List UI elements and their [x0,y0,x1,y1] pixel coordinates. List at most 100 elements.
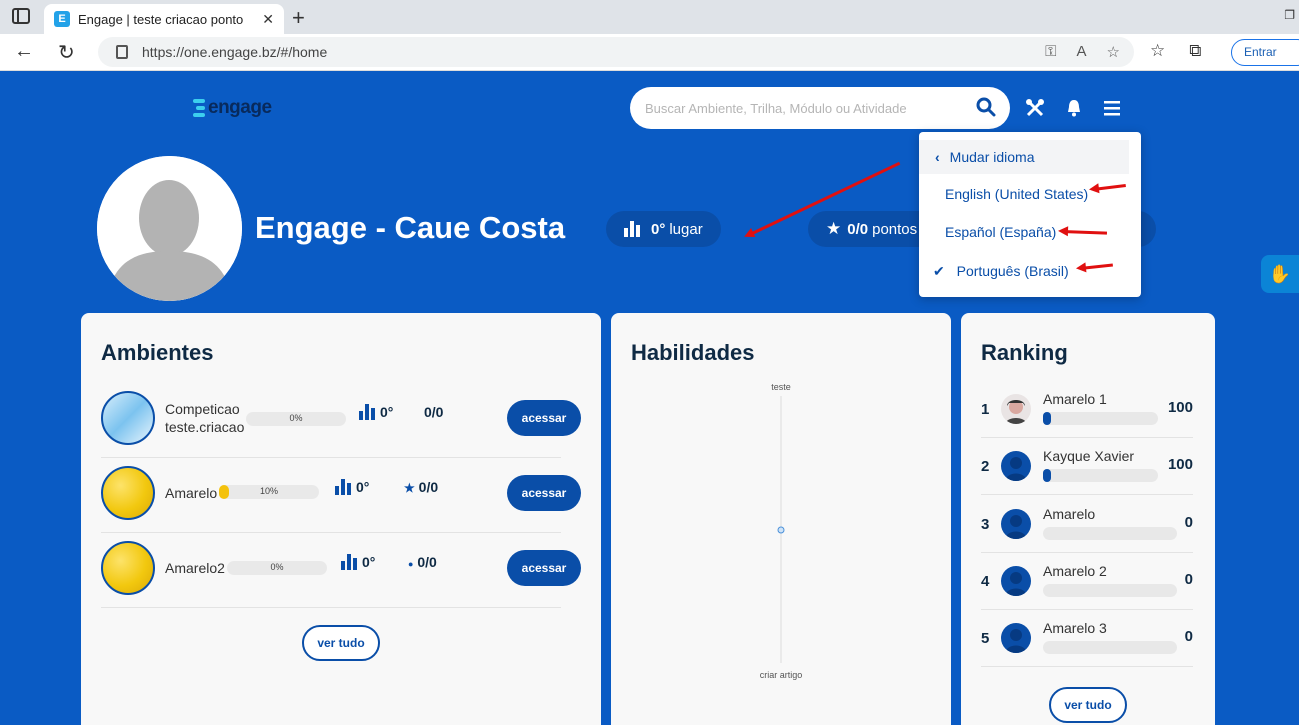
ranking-progress-bar [1043,641,1177,654]
ambiente-name: Amarelo [165,485,218,501]
ranking-avatar [1001,451,1031,481]
ambiente-rank: 0° [335,479,369,495]
menu-hamburger-icon[interactable] [1102,98,1122,118]
ranking-name: Kayque Xavier [1043,448,1135,464]
ranking-score: 0 [1184,571,1193,588]
ambiente-points: ● 0/0 [408,554,437,570]
ambiente-progress-bar: 0% [227,561,327,575]
ranking-name: Amarelo 1 [1043,391,1107,407]
ambientes-see-all-button[interactable]: ver tudo [302,625,380,661]
rank-bars-icon [341,554,357,570]
change-language-back[interactable]: ‹ Mudar idioma [919,140,1129,174]
ranking-see-all-button[interactable]: ver tudo [1049,687,1127,723]
url-text: https://one.engage.bz/#/home [142,44,328,60]
ranking-row[interactable]: 5 Amarelo 3 0 [981,610,1193,667]
ambientes-card: Ambientes Competicao teste.criacao 0% 0°… [81,313,601,725]
ambiente-thumbnail [101,541,155,595]
ambiente-points: 0/0 [424,404,444,420]
ranking-position: 4 [981,573,990,590]
language-option-label: English (United States) [945,186,1089,202]
ranking-score: 0 [1184,514,1193,531]
rank-bars-icon [359,404,375,420]
profile-avatar[interactable] [97,156,242,301]
browser-tab-bar: E Engage | teste criacao ponto ✕ + ❐ [0,0,1299,34]
ambiente-thumbnail [101,391,155,445]
ranking-row[interactable]: 1 Amarelo 1 100 [981,381,1193,438]
add-favorite-icon[interactable]: ☆ [1107,43,1120,61]
signin-button[interactable]: Entrar [1231,39,1299,66]
language-option-label: Português (Brasil) [956,263,1069,279]
chevron-left-icon: ‹ [935,149,940,165]
tab-title: Engage | teste criacao ponto [78,11,244,27]
ranking-progress-fill [1043,412,1052,425]
language-option-english[interactable]: English (United States) [945,186,1088,202]
ranking-position: 3 [981,516,990,533]
tools-icon[interactable] [1025,98,1045,118]
engage-favicon-icon: E [54,11,70,27]
ambiente-name: Competicao teste.criacao [165,401,245,435]
rank-bars-icon [624,221,640,237]
engage-logo[interactable]: engage [193,97,272,119]
read-aloud-icon[interactable]: A [1077,43,1087,61]
acessar-button[interactable]: acessar [507,475,581,511]
ranking-row[interactable]: 3 Amarelo 0 [981,496,1193,553]
ranking-avatar [1001,623,1031,653]
ambiente-row: Amarelo2 0% 0° ● 0/0 acessar [101,533,581,608]
ambiente-progress-label: 0% [289,413,303,423]
user-silhouette-icon [1005,572,1027,596]
ambiente-rank: 0° [341,554,375,570]
key-icon[interactable]: ⚿ [1045,43,1056,61]
bell-icon[interactable] [1064,98,1084,118]
window-restore-icon[interactable]: ❐ [1284,8,1295,22]
ranking-progress-bar [1043,527,1177,540]
language-option-label: Español (España) [945,224,1057,240]
radar-axis-label: teste [771,382,791,392]
ranking-name: Amarelo [1043,506,1096,522]
engage-logo-icon [193,98,205,118]
checkmark-icon: ✔ [933,263,945,279]
tab-actions-icon[interactable] [12,8,30,24]
ranking-name: Amarelo 2 [1043,563,1107,579]
ranking-score: 100 [1167,456,1193,473]
language-option-spanish[interactable]: Español (España) [945,224,1056,240]
acessar-button[interactable]: acessar [507,400,581,436]
acessar-button[interactable]: acessar [507,550,581,586]
ranking-avatar [1001,509,1031,539]
rank-label: lugar [669,220,703,238]
url-field[interactable]: https://one.engage.bz/#/home ⚿ A ☆ [98,37,1134,67]
ambientes-title: Ambientes [101,340,214,365]
ranking-score: 0 [1184,628,1193,645]
tab-close-icon[interactable]: ✕ [262,11,274,28]
ranking-name: Amarelo 3 [1043,620,1107,636]
ranking-row[interactable]: 2 Kayque Xavier 100 [981,438,1193,495]
accessibility-hands-icon[interactable]: ✋ [1261,255,1299,293]
profile-name: Engage - Caue Costa [255,210,566,245]
search-icon[interactable] [976,97,996,117]
ranking-title: Ranking [981,340,1068,365]
favorites-icon[interactable]: ☆ [1150,41,1165,61]
back-arrow-icon[interactable]: ← [14,40,34,63]
ranking-progress-fill [1043,469,1052,482]
ranking-row[interactable]: 4 Amarelo 2 0 [981,553,1193,610]
language-option-portuguese[interactable]: ✔ Português (Brasil) [933,263,1069,280]
ranking-avatar [1001,394,1031,424]
search-input[interactable] [645,100,965,116]
refresh-icon[interactable]: ↻ [58,40,75,65]
ambiente-row: Amarelo 10% 0° ★ 0/0 acessar [101,458,581,533]
ambiente-progress-bar: 10% [219,485,319,499]
new-tab-icon[interactable]: + [292,5,305,31]
browser-tab[interactable]: E Engage | teste criacao ponto ✕ [44,4,284,34]
points-label: pontos [872,220,918,238]
rank-pill: 0° lugar [606,211,721,247]
ranking-progress-bar [1043,584,1177,597]
lock-icon [116,45,128,59]
url-actions: ⚿ A ☆ [1045,43,1120,61]
ambiente-progress-label: 0% [270,562,284,572]
collections-icon[interactable]: ⧉ [1189,41,1201,61]
ambiente-points: ★ 0/0 [404,479,439,495]
points-value: 0/0 [847,220,869,238]
language-dropdown: ‹ Mudar idioma English (United States) E… [919,132,1141,297]
radar-axis-label: criar artigo [760,670,803,680]
ambiente-row: Competicao teste.criacao 0% 0° 0/0 acess… [101,383,581,458]
ranking-position: 5 [981,630,990,647]
